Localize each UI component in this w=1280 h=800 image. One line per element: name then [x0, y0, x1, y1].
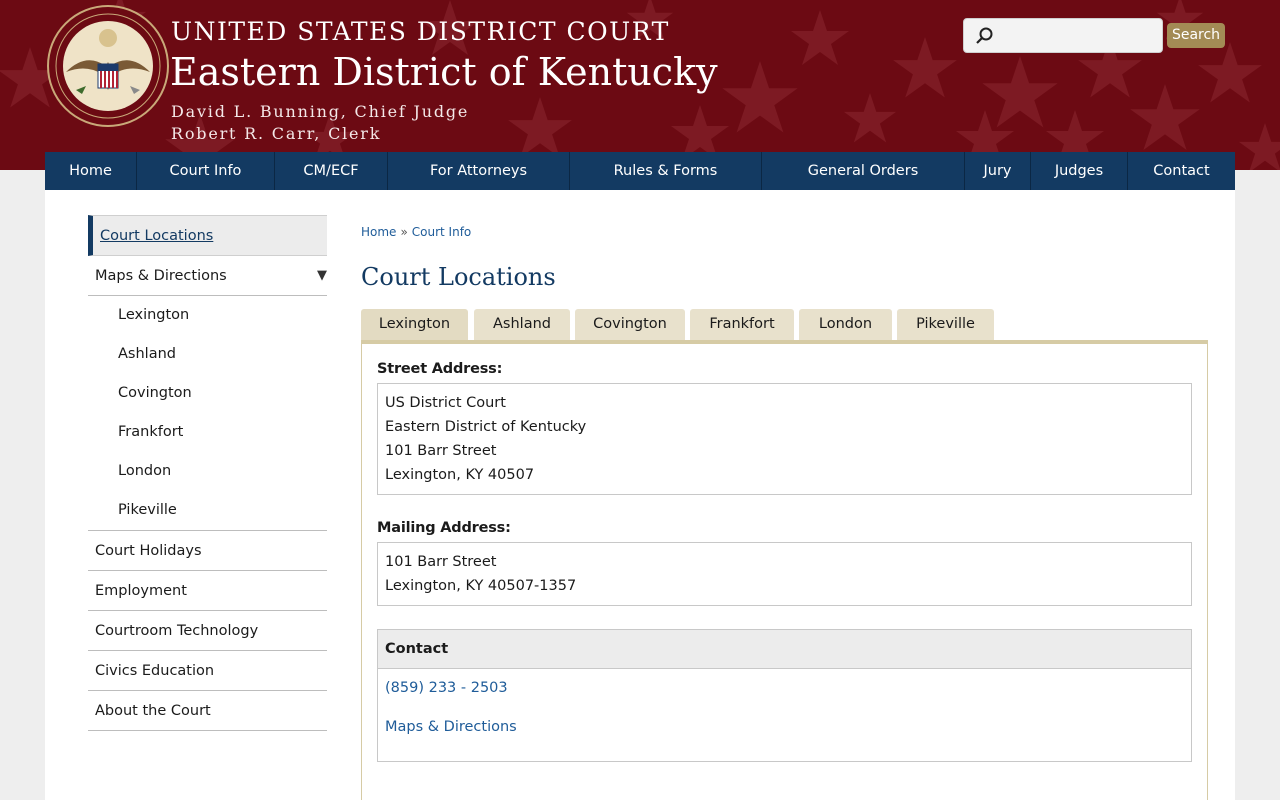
street-address-label: Street Address:	[377, 361, 503, 377]
nav-court-info[interactable]: Court Info	[137, 152, 275, 190]
street-line: Lexington, KY 40507	[385, 467, 535, 483]
nav-general-orders[interactable]: General Orders	[762, 152, 965, 190]
content-panel: Court Locations Maps & Directions ▼ Lexi…	[45, 190, 1235, 800]
mailing-line: 101 Barr Street	[385, 554, 497, 570]
main-nav: Home Court Info CM/ECF For Attorneys Rul…	[45, 152, 1235, 190]
sidebar-subitem-lexington[interactable]: Lexington	[88, 296, 327, 335]
search-button[interactable]: Search	[1167, 23, 1225, 48]
sidebar-nav: Court Locations Maps & Directions ▼ Lexi…	[88, 215, 327, 731]
tab-london[interactable]: London	[799, 309, 892, 340]
sidebar-item-court-locations[interactable]: Court Locations	[88, 215, 327, 256]
site-header: UNITED STATES DISTRICT COURT Eastern Dis…	[0, 0, 1280, 170]
sidebar-item-civics-education[interactable]: Civics Education	[88, 651, 327, 691]
tab-lexington[interactable]: Lexington	[361, 309, 468, 340]
breadcrumb-separator: »	[400, 225, 408, 239]
sidebar-subitem-frankfort[interactable]: Frankfort	[88, 413, 327, 452]
sidebar-item-about-the-court[interactable]: About the Court	[88, 691, 327, 731]
tab-covington[interactable]: Covington	[575, 309, 685, 340]
contact-box: Contact (859) 233 - 2503 Maps & Directio…	[377, 629, 1192, 762]
contact-heading: Contact	[378, 630, 1191, 669]
tab-pikeville[interactable]: Pikeville	[897, 309, 994, 340]
maps-submenu: Lexington Ashland Covington Frankfort Lo…	[88, 296, 327, 531]
search-box[interactable]	[963, 18, 1163, 53]
breadcrumb-current[interactable]: Court Info	[412, 225, 472, 239]
nav-judges[interactable]: Judges	[1031, 152, 1128, 190]
triangle-down-icon[interactable]: ▼	[317, 256, 327, 296]
clerk-name: Robert R. Carr, Clerk	[171, 124, 382, 143]
sidebar-subitem-ashland[interactable]: Ashland	[88, 335, 327, 374]
mailing-address-box: 101 Barr Street Lexington, KY 40507-1357	[377, 542, 1192, 606]
nav-home[interactable]: Home	[45, 152, 137, 190]
phone-link[interactable]: (859) 233 - 2503	[385, 680, 508, 696]
mailing-address-label: Mailing Address:	[377, 520, 511, 536]
breadcrumb-home[interactable]: Home	[361, 225, 396, 239]
nav-for-attorneys[interactable]: For Attorneys	[388, 152, 570, 190]
tab-ashland[interactable]: Ashland	[474, 309, 570, 340]
court-seal-logo	[47, 5, 169, 127]
search-icon	[976, 27, 993, 44]
street-address-box: US District Court Eastern District of Ke…	[377, 383, 1192, 495]
mailing-line: Lexington, KY 40507-1357	[385, 578, 577, 594]
court-name: UNITED STATES DISTRICT COURT	[171, 17, 670, 46]
sidebar-item-courtroom-technology[interactable]: Courtroom Technology	[88, 611, 327, 651]
maps-directions-link[interactable]: Maps & Directions	[385, 719, 517, 735]
sidebar-subitem-pikeville[interactable]: Pikeville	[88, 491, 327, 530]
sidebar-item-court-holidays[interactable]: Court Holidays	[88, 531, 327, 571]
sidebar-item-maps-directions[interactable]: Maps & Directions ▼	[88, 256, 327, 296]
district-name[interactable]: Eastern District of Kentucky	[170, 50, 718, 94]
breadcrumb: Home » Court Info	[361, 225, 471, 239]
nav-rules-forms[interactable]: Rules & Forms	[570, 152, 762, 190]
sidebar-item-employment[interactable]: Employment	[88, 571, 327, 611]
sidebar-subitem-covington[interactable]: Covington	[88, 374, 327, 413]
sidebar-item-label: Maps & Directions	[95, 268, 227, 284]
sidebar-subitem-london[interactable]: London	[88, 452, 327, 491]
nav-cm-ecf[interactable]: CM/ECF	[275, 152, 388, 190]
street-line: Eastern District of Kentucky	[385, 419, 587, 435]
street-line: 101 Barr Street	[385, 443, 497, 459]
page-title: Court Locations	[361, 263, 556, 291]
nav-contact[interactable]: Contact	[1128, 152, 1235, 190]
nav-jury[interactable]: Jury	[965, 152, 1031, 190]
search-input[interactable]	[998, 23, 1156, 48]
street-line: US District Court	[385, 395, 506, 411]
tab-frankfort[interactable]: Frankfort	[690, 309, 794, 340]
tab-panel-lexington: Street Address: US District Court Easter…	[361, 344, 1208, 800]
chief-judge: David L. Bunning, Chief Judge	[171, 102, 470, 121]
